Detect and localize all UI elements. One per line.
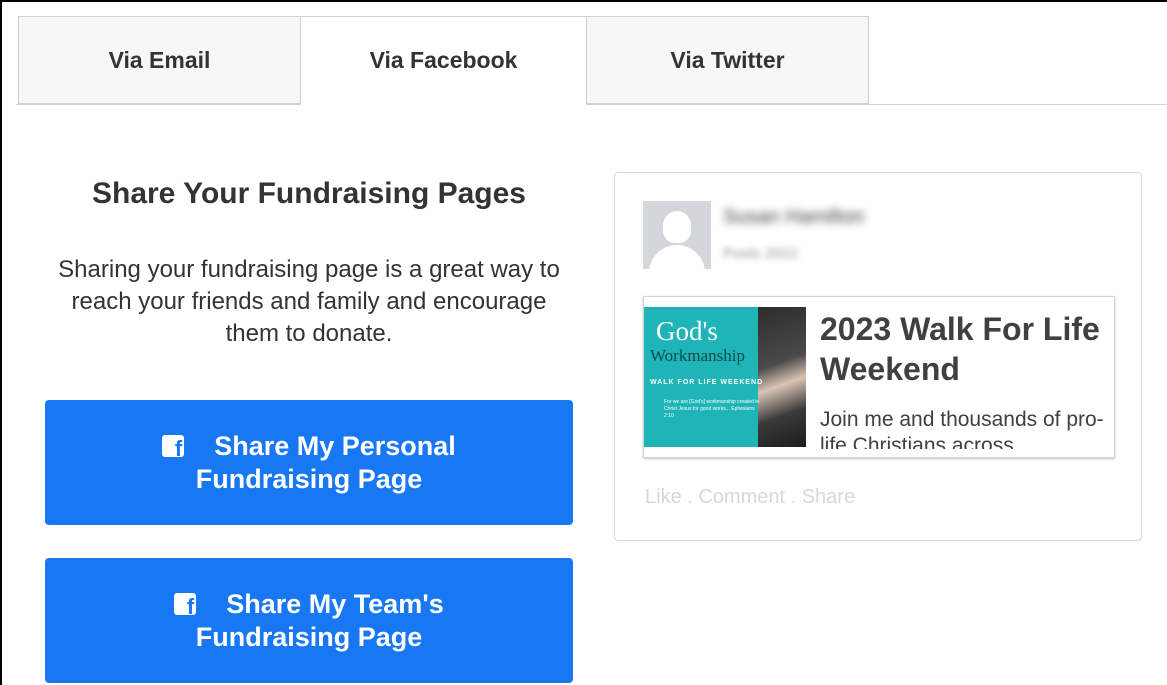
- button-line-1: f Share My Team's: [174, 588, 444, 620]
- button-label-line-2: Fundraising Page: [195, 621, 423, 652]
- link-description: Join me and thousands of pro-life Christ…: [820, 408, 1104, 449]
- share-tabs: Via Email Via Facebook Via Twitter: [16, 16, 1167, 105]
- share-team-page-button[interactable]: f Share My Team's Fundraising Page: [45, 558, 573, 683]
- tab-via-email[interactable]: Via Email: [18, 16, 301, 104]
- link-preview-card: God's Workmanship WALK FOR LIFE WEEKEND …: [643, 296, 1115, 458]
- facebook-icon: f: [162, 434, 185, 459]
- tab-label: Via Facebook: [369, 47, 518, 73]
- poster-name: Susan Hamilton: [723, 206, 865, 228]
- avatar-head: [663, 211, 691, 243]
- thumbnail-band: WALK FOR LIFE WEEKEND: [650, 379, 764, 386]
- button-content: f Share My Personal Fundraising Page: [162, 430, 456, 496]
- thumbnail-subtitle: Workmanship: [650, 346, 745, 365]
- button-content: f Share My Team's Fundraising Page: [174, 588, 444, 654]
- button-line-1: f Share My Personal: [162, 430, 456, 462]
- share-panel: Via Email Via Facebook Via Twitter Share…: [0, 0, 1167, 685]
- button-label-line-1: Share My Personal: [214, 430, 456, 461]
- button-label-line-2: Fundraising Page: [195, 463, 423, 494]
- thumbnail-title: God's: [656, 316, 718, 346]
- section-title: Share Your Fundraising Pages: [91, 177, 526, 210]
- share-personal-page-button[interactable]: f Share My Personal Fundraising Page: [45, 400, 573, 525]
- button-label-line-1: Share My Team's: [226, 588, 444, 619]
- tab-label: Via Email: [108, 46, 211, 73]
- tab-divider: [16, 104, 1167, 105]
- tab-label: Via Twitter: [670, 46, 785, 73]
- section-description: Sharing your fundraising page is a great…: [58, 256, 560, 347]
- link-thumbnail: God's Workmanship WALK FOR LIFE WEEKEND …: [644, 307, 806, 447]
- post-actions: Like . Comment . Share: [645, 486, 856, 508]
- thumbnail-verse: For we are [God's] workmanship created i…: [664, 399, 760, 419]
- avatar-body: [649, 245, 705, 269]
- tab-via-facebook[interactable]: Via Facebook: [300, 16, 587, 105]
- post-date: Posts 2022: [723, 245, 799, 262]
- thumbnail-photo: [758, 307, 806, 447]
- facebook-post-preview: Susan Hamilton Posts 2022 God's Workmans…: [614, 172, 1142, 541]
- facebook-icon: f: [174, 592, 197, 617]
- avatar-placeholder-icon: [643, 201, 711, 269]
- share-section: Share Your Fundraising Pages Sharing you…: [45, 170, 573, 683]
- link-title: 2023 Walk For Life Weekend: [820, 311, 1100, 387]
- tab-via-twitter[interactable]: Via Twitter: [586, 16, 869, 104]
